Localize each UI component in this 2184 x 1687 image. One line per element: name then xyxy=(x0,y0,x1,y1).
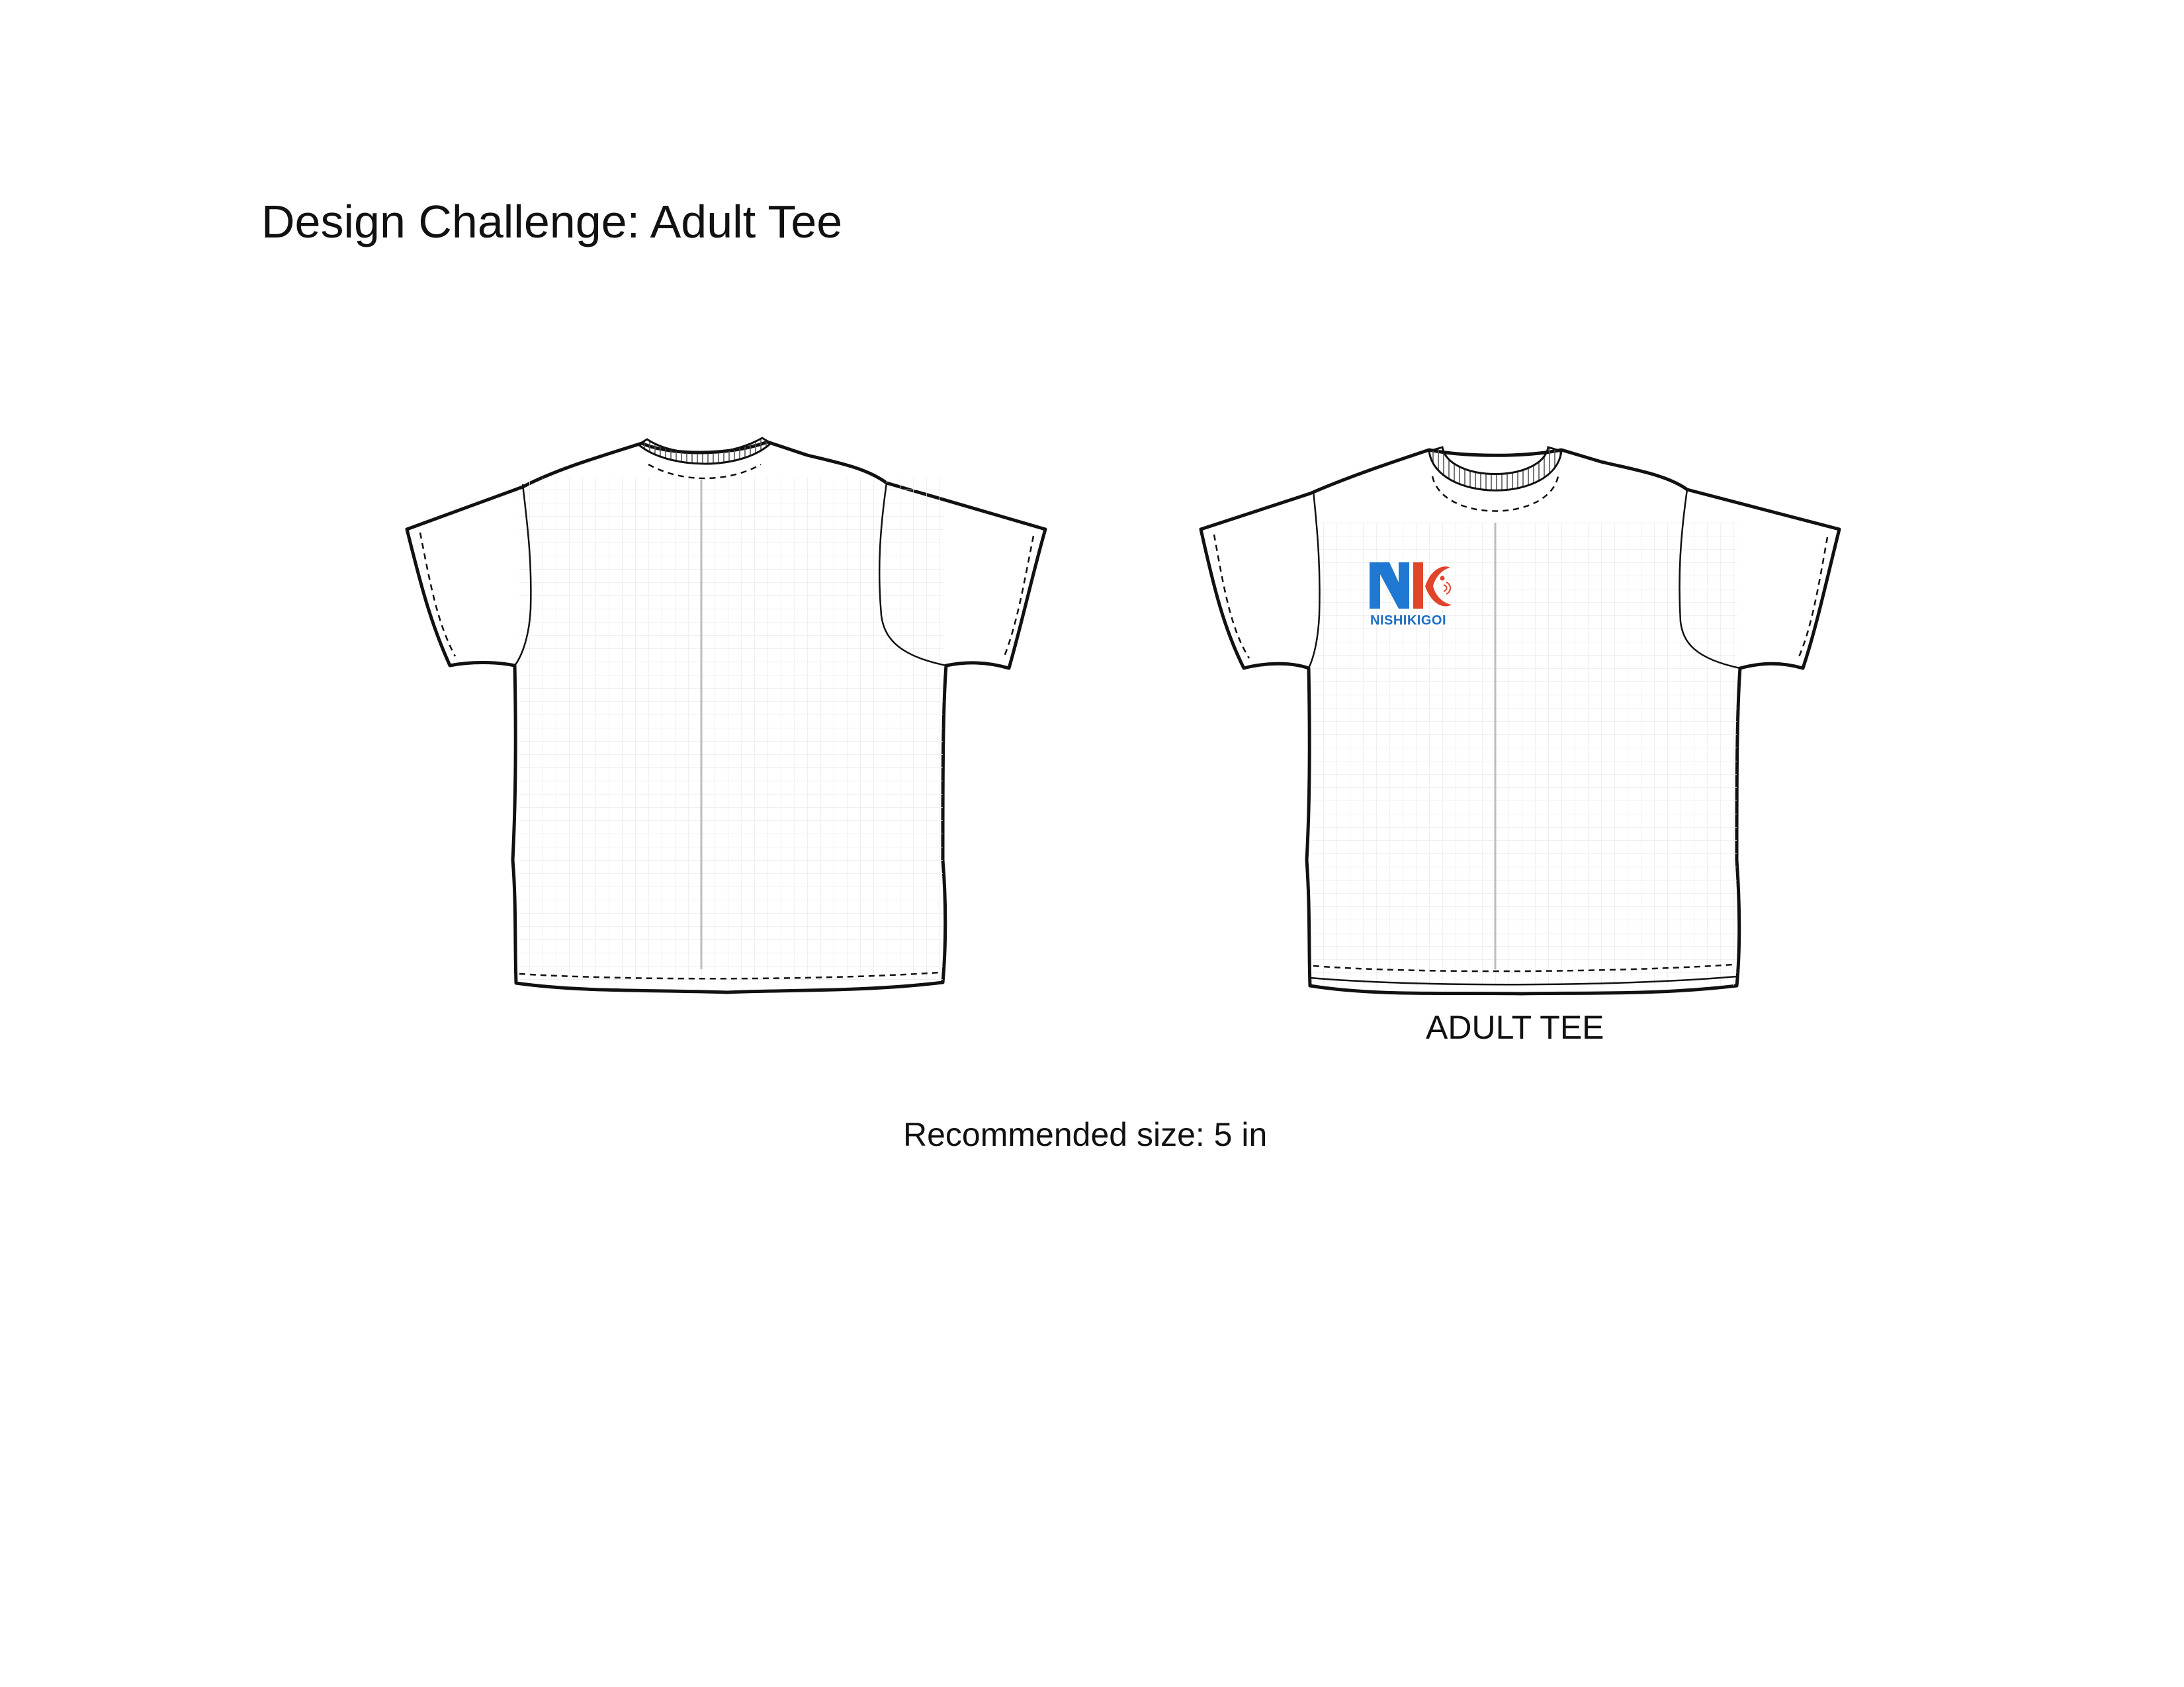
logo-fish-eye xyxy=(1440,576,1445,581)
recommended-size-text: Recommended size: 5 in xyxy=(903,1116,1268,1153)
adult-tee-label: ADULT TEE xyxy=(1426,1009,1604,1046)
tee-back-view xyxy=(405,437,1047,994)
logo-wordmark: NISHIKIGOI xyxy=(1370,613,1446,628)
logo-k-stem xyxy=(1413,562,1423,609)
tee-front-view: NISHIKIGOI xyxy=(1199,446,1841,996)
logo-n-left-stem xyxy=(1370,562,1380,609)
page-title: Design Challenge: Adult Tee xyxy=(261,196,843,247)
logo-n-right-stem xyxy=(1399,562,1409,609)
